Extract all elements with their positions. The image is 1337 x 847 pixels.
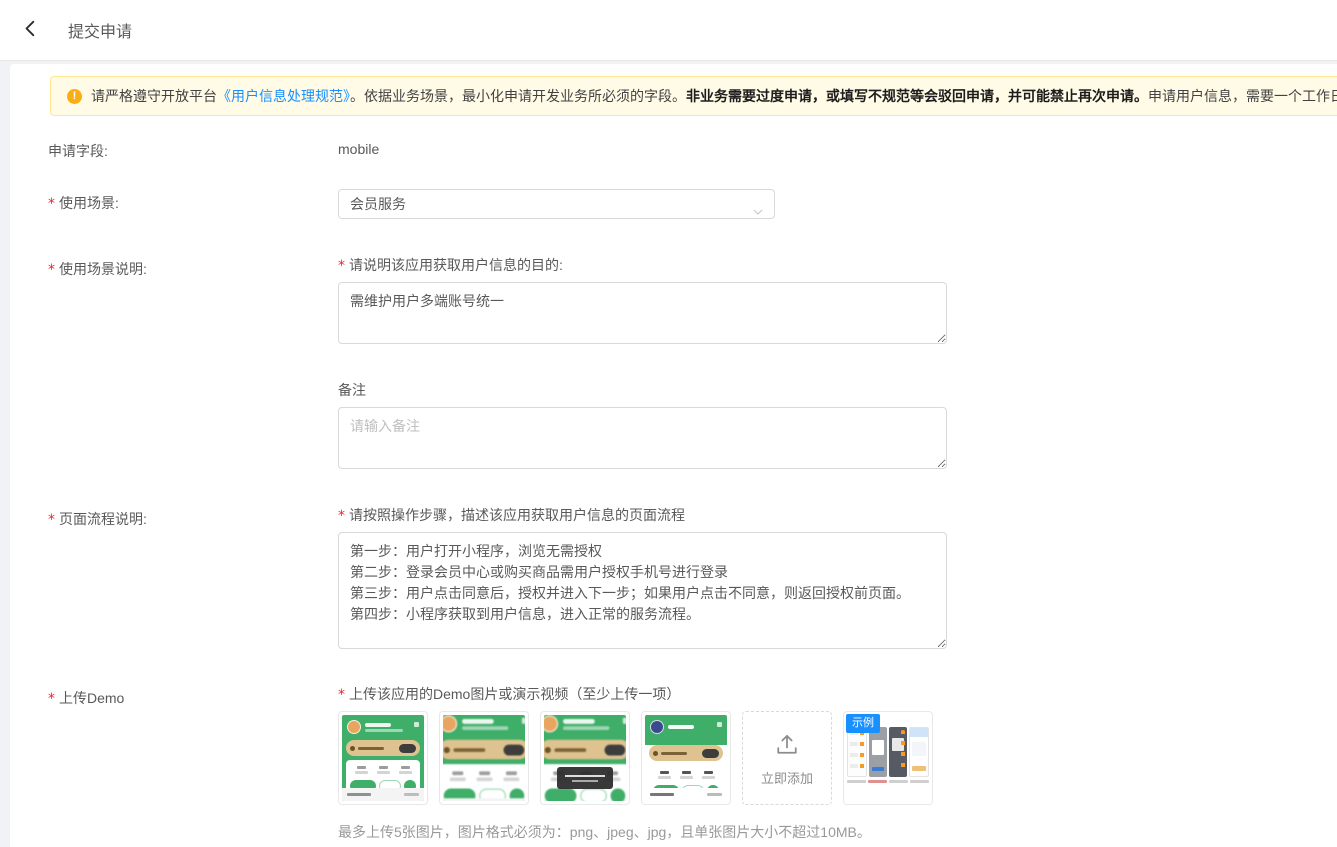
- chevron-left-icon: [21, 19, 40, 41]
- row-upload-demo: *上传Demo *上传该应用的Demo图片或演示视频（至少上传一项）: [48, 684, 1337, 842]
- upload-thumbnail-row: 立即添加 示例: [338, 711, 933, 805]
- remark-label: 备注: [338, 380, 947, 400]
- example-thumbnail[interactable]: 示例: [843, 711, 933, 805]
- apply-field-value: mobile: [338, 137, 379, 157]
- back-button[interactable]: [16, 16, 44, 44]
- page-flow-field: *请按照操作步骤，描述该应用获取用户信息的页面流程 第一步：用户打开小程序，浏览…: [338, 505, 947, 649]
- add-upload-button[interactable]: 立即添加: [742, 711, 832, 805]
- page-flow-inner-label: *请按照操作步骤，描述该应用获取用户信息的页面流程: [338, 505, 947, 525]
- upload-demo-field: *上传该应用的Demo图片或演示视频（至少上传一项）: [338, 684, 933, 842]
- alert-text: 请严格遵守开放平台《用户信息处理规范》。依据业务场景，最小化申请开发业务所必须的…: [91, 86, 1337, 106]
- alert-text-tail: 申请用户信息，需要一个工作日左右的审核时间，请耐: [1148, 88, 1337, 104]
- alert-text-mid: 。依据业务场景，最小化申请开发业务所必须的字段。: [350, 88, 686, 104]
- usage-scene-selected-value: 会员服务: [350, 196, 406, 212]
- scene-desc-textarea[interactable]: 需维护用户多端账号统一: [338, 282, 947, 344]
- row-apply-field: 申请字段: mobile: [48, 137, 1337, 161]
- page-flow-textarea[interactable]: 第一步：用户打开小程序，浏览无需授权 第二步：登录会员中心或购买商品需用户授权手…: [338, 532, 947, 649]
- demo-image-thumbnail-3[interactable]: [540, 711, 630, 805]
- demo-screenshot-preview: [645, 715, 727, 801]
- remark-field: 备注: [338, 380, 947, 469]
- example-captions: [847, 780, 929, 783]
- user-info-spec-link[interactable]: 《用户信息处理规范》: [217, 88, 350, 104]
- demo-image-thumbnail-1[interactable]: [338, 711, 428, 805]
- auth-dialog-overlay: [557, 767, 613, 789]
- alert-text-bold: 非业务需要过度申请，或填写不规范等会驳回申请，并可能禁止再次申请。: [686, 88, 1148, 104]
- row-page-flow: *页面流程说明: *请按照操作步骤，描述该应用获取用户信息的页面流程 第一步：用…: [48, 505, 1337, 649]
- upload-demo-inner-label: *上传该应用的Demo图片或演示视频（至少上传一项）: [338, 684, 933, 704]
- remark-textarea[interactable]: [338, 407, 947, 469]
- demo-screenshot-preview: [544, 715, 626, 801]
- content-panel: ! 请严格遵守开放平台《用户信息处理规范》。依据业务场景，最小化申请开发业务所必…: [10, 64, 1337, 847]
- alert-text-lead: 请严格遵守开放平台: [91, 88, 217, 104]
- demo-screenshot-preview: [443, 715, 525, 801]
- page-title: 提交申请: [68, 18, 132, 42]
- usage-scene-label: *使用场景:: [48, 189, 338, 213]
- apply-field-label: 申请字段:: [48, 137, 338, 161]
- application-form: 申请字段: mobile *使用场景: 会员服务 *使用场景说明: *请说明该应…: [10, 116, 1337, 842]
- row-scene-desc: *使用场景说明: *请说明该应用获取用户信息的目的: 需维护用户多端账号统一: [48, 255, 1337, 344]
- upload-demo-label: *上传Demo: [48, 684, 338, 708]
- demo-image-thumbnail-2[interactable]: [439, 711, 529, 805]
- warning-alert: ! 请严格遵守开放平台《用户信息处理规范》。依据业务场景，最小化申请开发业务所必…: [50, 76, 1337, 116]
- demo-image-thumbnail-4[interactable]: [641, 711, 731, 805]
- exclamation-circle-icon: !: [67, 89, 82, 104]
- page-flow-label: *页面流程说明:: [48, 505, 338, 529]
- row-remark: 备注: [48, 380, 1337, 469]
- demo-screenshot-preview: [342, 715, 424, 801]
- example-image: [847, 727, 929, 777]
- scene-desc-field: *请说明该应用获取用户信息的目的: 需维护用户多端账号统一: [338, 255, 947, 344]
- upload-arrow-icon: [773, 730, 801, 761]
- page-header: 提交申请: [0, 0, 1337, 61]
- chevron-down-icon: [752, 199, 764, 227]
- example-badge: 示例: [846, 714, 880, 733]
- scene-desc-inner-label: *请说明该应用获取用户信息的目的:: [338, 255, 947, 275]
- upload-hint: 最多上传5张图片，图片格式必须为：png、jpeg、jpg，且单张图片大小不超过…: [338, 822, 933, 842]
- remark-spacer: [48, 380, 338, 384]
- scene-desc-label: *使用场景说明:: [48, 255, 338, 279]
- add-upload-label: 立即添加: [761, 768, 813, 787]
- usage-scene-select[interactable]: 会员服务: [338, 189, 775, 219]
- row-usage-scene: *使用场景: 会员服务: [48, 189, 1337, 219]
